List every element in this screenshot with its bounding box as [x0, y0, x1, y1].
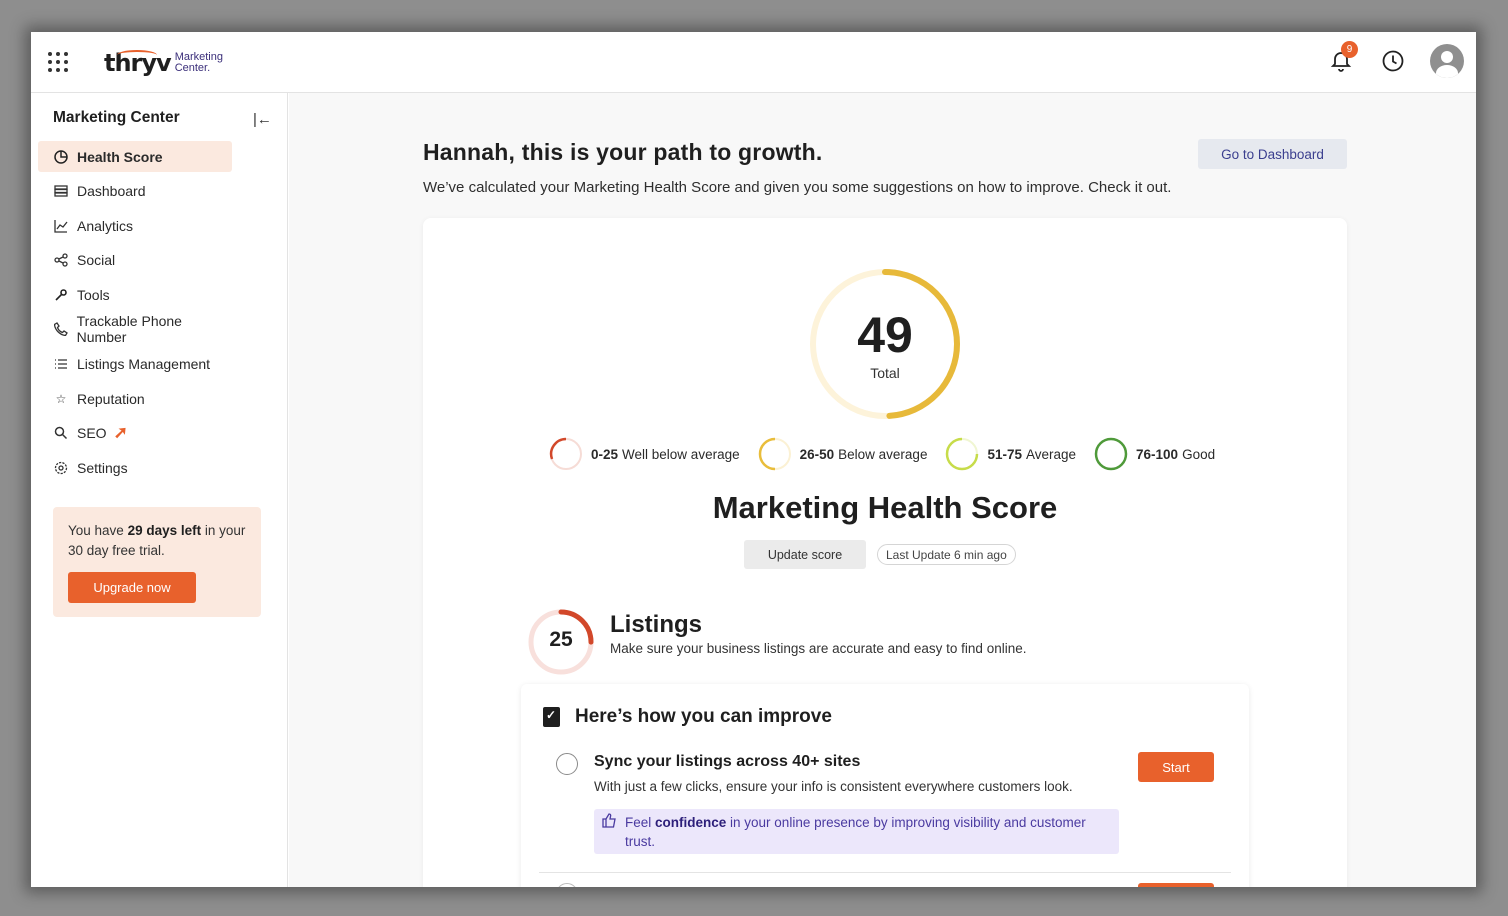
total-score-label: Total	[870, 365, 900, 381]
improvement-heading: Here’s how you can improve	[543, 706, 832, 728]
wrench-icon	[53, 288, 69, 302]
update-score-button[interactable]: Update score	[744, 540, 866, 569]
sidebar-item-label: Trackable Phone Number	[76, 313, 182, 346]
sidebar-item-label: Dashboard	[77, 183, 146, 200]
checklist-icon	[543, 707, 560, 727]
task-complete-radio[interactable]	[556, 753, 578, 775]
next-task-radio[interactable]	[556, 883, 578, 887]
sidebar-item-reputation[interactable]: ☆ Reputation	[38, 383, 232, 414]
score-legend: 0-25 Well below average 26-50 Below averag…	[549, 437, 1233, 471]
sidebar-nav: Health Score Dashboard Analytics Social	[38, 141, 268, 487]
sidebar-item-listings-management[interactable]: Listings Management	[38, 349, 232, 380]
legend-item-well-below: 0-25 Well below average	[549, 437, 740, 471]
bell-icon[interactable]: 9	[1326, 41, 1358, 76]
sidebar-item-health-score[interactable]: Health Score	[38, 141, 232, 172]
search-icon	[53, 426, 69, 440]
total-score-gauge: 49 Total	[807, 266, 963, 422]
thumbs-up-icon	[602, 813, 617, 833]
clock-icon[interactable]	[1378, 46, 1408, 76]
sidebar-item-tools[interactable]: Tools	[38, 279, 232, 310]
task-tip: Feel confidence in your online presence …	[594, 809, 1119, 854]
sidebar-item-label: Analytics	[77, 217, 134, 234]
legend-ring-icon	[1094, 437, 1128, 471]
sidebar-item-label: Tools	[77, 286, 110, 303]
page-subtitle: We’ve calculated your Marketing Health S…	[423, 179, 1172, 196]
next-task-start-button[interactable]	[1138, 883, 1214, 887]
sidebar-item-social[interactable]: Social	[38, 245, 232, 276]
last-update-badge: Last Update 6 min ago	[877, 544, 1016, 565]
health-score-icon	[53, 149, 69, 164]
trial-banner: You have 29 days left in your 30 day fre…	[53, 507, 261, 617]
sidebar-item-analytics[interactable]: Analytics	[38, 210, 232, 241]
listings-title: Listings	[610, 611, 703, 638]
sidebar-item-label: Reputation	[77, 390, 145, 407]
star-icon: ☆	[55, 391, 67, 406]
share-icon	[53, 253, 69, 267]
total-score-value: 49	[857, 307, 913, 363]
sidebar-item-label: Social	[77, 252, 116, 269]
marketing-health-score-title: Marketing Health Score	[712, 490, 1058, 525]
legend-item-below: 26-50 Below average	[758, 437, 927, 471]
start-task-button[interactable]: Start	[1138, 752, 1214, 782]
sidebar-item-settings[interactable]: Settings	[38, 452, 232, 483]
analytics-icon	[53, 219, 69, 233]
legend-item-good: 76-100 Good	[1094, 437, 1215, 471]
trending-arrow-icon: ➚	[113, 423, 128, 443]
trial-text: You have 29 days left in your 30 day fre…	[68, 523, 246, 558]
health-score-card: 49 Total 0-25 Well below average 26-50 Bel…	[423, 218, 1347, 887]
apps-grid-icon[interactable]	[48, 52, 68, 72]
sidebar-item-trackable-phone-number[interactable]: Trackable Phone Number	[38, 313, 232, 346]
sidebar-item-label: Listings Management	[77, 356, 211, 373]
collapse-sidebar-icon[interactable]: |←	[253, 111, 272, 128]
task-title: Sync your listings across 40+ sites	[594, 753, 861, 770]
legend-item-average: 51-75 Average	[945, 437, 1076, 471]
listings-description: Make sure your business listings are acc…	[610, 641, 1027, 656]
phone-icon	[53, 322, 69, 337]
sidebar-item-label: SEO	[77, 425, 107, 442]
app-window: thryv Marketing Center. 9 Marketing Cent…	[31, 32, 1476, 887]
page-title: Hannah, this is your path to growth.	[423, 139, 823, 165]
dashboard-icon	[53, 184, 69, 198]
sidebar-item-label: Settings	[77, 459, 128, 476]
notification-badge: 9	[1341, 41, 1358, 58]
gear-icon	[53, 461, 69, 475]
task-divider	[539, 872, 1231, 873]
logo-subtitle: Marketing Center.	[174, 51, 223, 74]
legend-ring-icon	[946, 437, 979, 471]
sidebar-item-seo[interactable]: SEO ➚	[38, 418, 232, 449]
upgrade-now-button[interactable]: Upgrade now	[68, 572, 196, 603]
sidebar-title: Marketing Center	[53, 109, 180, 126]
listings-score-value: 25	[549, 628, 573, 651]
legend-ring-icon	[758, 437, 791, 471]
sidebar: Marketing Center |← Health Score Dashboa…	[31, 93, 288, 887]
improvement-panel: Here’s how you can improve Sync your lis…	[521, 684, 1249, 887]
user-avatar-icon[interactable]	[1430, 44, 1464, 78]
task-description: With just a few clicks, ensure your info…	[594, 779, 1073, 794]
thryv-logo[interactable]: thryv Marketing Center.	[104, 46, 223, 80]
list-icon	[53, 357, 69, 371]
sidebar-item-dashboard[interactable]: Dashboard	[38, 176, 232, 207]
legend-ring-icon	[549, 437, 582, 470]
sidebar-item-label: Health Score	[77, 148, 163, 165]
main-content: Hannah, this is your path to growth. We’…	[289, 93, 1476, 887]
top-bar: thryv Marketing Center. 9	[31, 32, 1476, 93]
go-to-dashboard-button[interactable]: Go to Dashboard	[1198, 139, 1347, 169]
logo-wordmark: thryv	[104, 49, 172, 77]
